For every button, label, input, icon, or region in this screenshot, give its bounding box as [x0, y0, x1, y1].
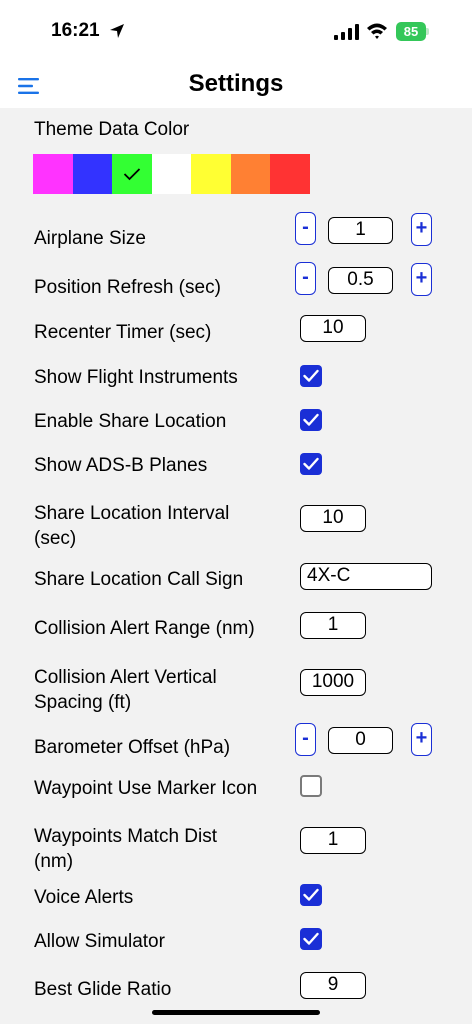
color-swatch[interactable] — [72, 154, 112, 194]
checkmark-icon — [303, 888, 319, 901]
theme-color-label: Theme Data Color — [34, 119, 190, 140]
color-swatch[interactable] — [191, 154, 231, 194]
share-location-interval-label-line2: (sec) — [34, 528, 77, 549]
collision-alert-vertical-field[interactable]: 1000 — [300, 669, 366, 696]
airplane-size-field[interactable]: 1 — [328, 217, 393, 244]
waypoints-match-dist-label: Waypoints Match Dist (nm) — [34, 824, 217, 874]
airplane-size-label: Airplane Size — [34, 228, 146, 249]
color-swatch[interactable] — [230, 154, 270, 194]
share-location-interval-label-line1: Share Location Interval — [34, 503, 230, 524]
enable-share-location-checkbox[interactable] — [300, 409, 322, 431]
best-glide-ratio-label: Best Glide Ratio — [34, 979, 172, 1000]
status-bar: 16:21 85 — [0, 0, 472, 62]
status-time: 16:21 — [51, 20, 100, 41]
color-swatch[interactable] — [151, 154, 191, 194]
recenter-timer-field[interactable]: 10 — [300, 315, 366, 342]
wifi-icon — [367, 23, 387, 39]
nav-bar: Settings — [0, 62, 472, 108]
position-refresh-label: Position Refresh (sec) — [34, 277, 221, 298]
collision-alert-vertical-label: Collision Alert Vertical Spacing (ft) — [34, 665, 217, 715]
cellular-signal-icon — [334, 24, 359, 40]
show-adsb-planes-checkbox[interactable] — [300, 453, 322, 475]
waypoints-match-dist-label-line2: (nm) — [34, 851, 74, 872]
position-refresh-field[interactable]: 0.5 — [328, 267, 393, 294]
checkmark-icon — [303, 369, 319, 382]
airplane-size-plus-button[interactable]: + — [411, 213, 432, 246]
color-swatch[interactable] — [112, 154, 152, 194]
barometer-offset-minus-button[interactable]: - — [295, 723, 316, 756]
waypoints-match-dist-field[interactable]: 1 — [300, 827, 366, 854]
collision-alert-vertical-label-line2: Spacing (ft) — [34, 692, 132, 713]
location-arrow-icon — [110, 24, 124, 38]
battery-level: 85 — [396, 22, 426, 41]
share-location-call-sign-label: Share Location Call Sign — [34, 569, 244, 590]
checkmark-icon — [303, 932, 319, 945]
battery-icon: 85 — [396, 22, 430, 41]
show-flight-instruments-label: Show Flight Instruments — [34, 367, 238, 388]
voice-alerts-label: Voice Alerts — [34, 887, 134, 908]
checkmark-icon — [303, 457, 319, 470]
show-adsb-planes-label: Show ADS-B Planes — [34, 455, 208, 476]
allow-simulator-label: Allow Simulator — [34, 931, 165, 952]
collision-alert-range-label: Collision Alert Range (nm) — [34, 618, 255, 639]
barometer-offset-label: Barometer Offset (hPa) — [34, 737, 231, 758]
theme-color-swatches — [33, 154, 310, 194]
position-refresh-minus-button[interactable]: - — [295, 262, 316, 295]
show-flight-instruments-checkbox[interactable] — [300, 365, 322, 387]
color-swatch[interactable] — [270, 154, 310, 194]
color-swatch[interactable] — [33, 154, 73, 194]
recenter-timer-label: Recenter Timer (sec) — [34, 322, 212, 343]
position-refresh-plus-button[interactable]: + — [411, 263, 432, 296]
battery-tip — [426, 28, 429, 35]
share-location-call-sign-field[interactable]: 4X-C — [300, 563, 432, 590]
waypoints-match-dist-label-line1: Waypoints Match Dist — [34, 826, 218, 847]
best-glide-ratio-field[interactable]: 9 — [300, 972, 366, 999]
waypoint-use-marker-icon-checkbox[interactable] — [300, 775, 322, 797]
airplane-size-minus-button[interactable]: - — [295, 212, 316, 245]
barometer-offset-plus-button[interactable]: + — [411, 723, 432, 756]
collision-alert-vertical-label-line1: Collision Alert Vertical — [34, 667, 217, 688]
share-location-interval-field[interactable]: 10 — [300, 505, 366, 532]
share-location-interval-label: Share Location Interval (sec) — [34, 501, 229, 551]
collision-alert-range-field[interactable]: 1 — [300, 612, 366, 639]
home-indicator — [152, 1010, 320, 1015]
page-title: Settings — [188, 70, 284, 97]
enable-share-location-label: Enable Share Location — [34, 411, 227, 432]
selected-check-icon — [123, 168, 140, 181]
allow-simulator-checkbox[interactable] — [300, 928, 322, 950]
waypoint-use-marker-icon-label: Waypoint Use Marker Icon — [34, 778, 258, 799]
barometer-offset-field[interactable]: 0 — [328, 727, 393, 754]
voice-alerts-checkbox[interactable] — [300, 884, 322, 906]
checkmark-icon — [303, 413, 319, 426]
